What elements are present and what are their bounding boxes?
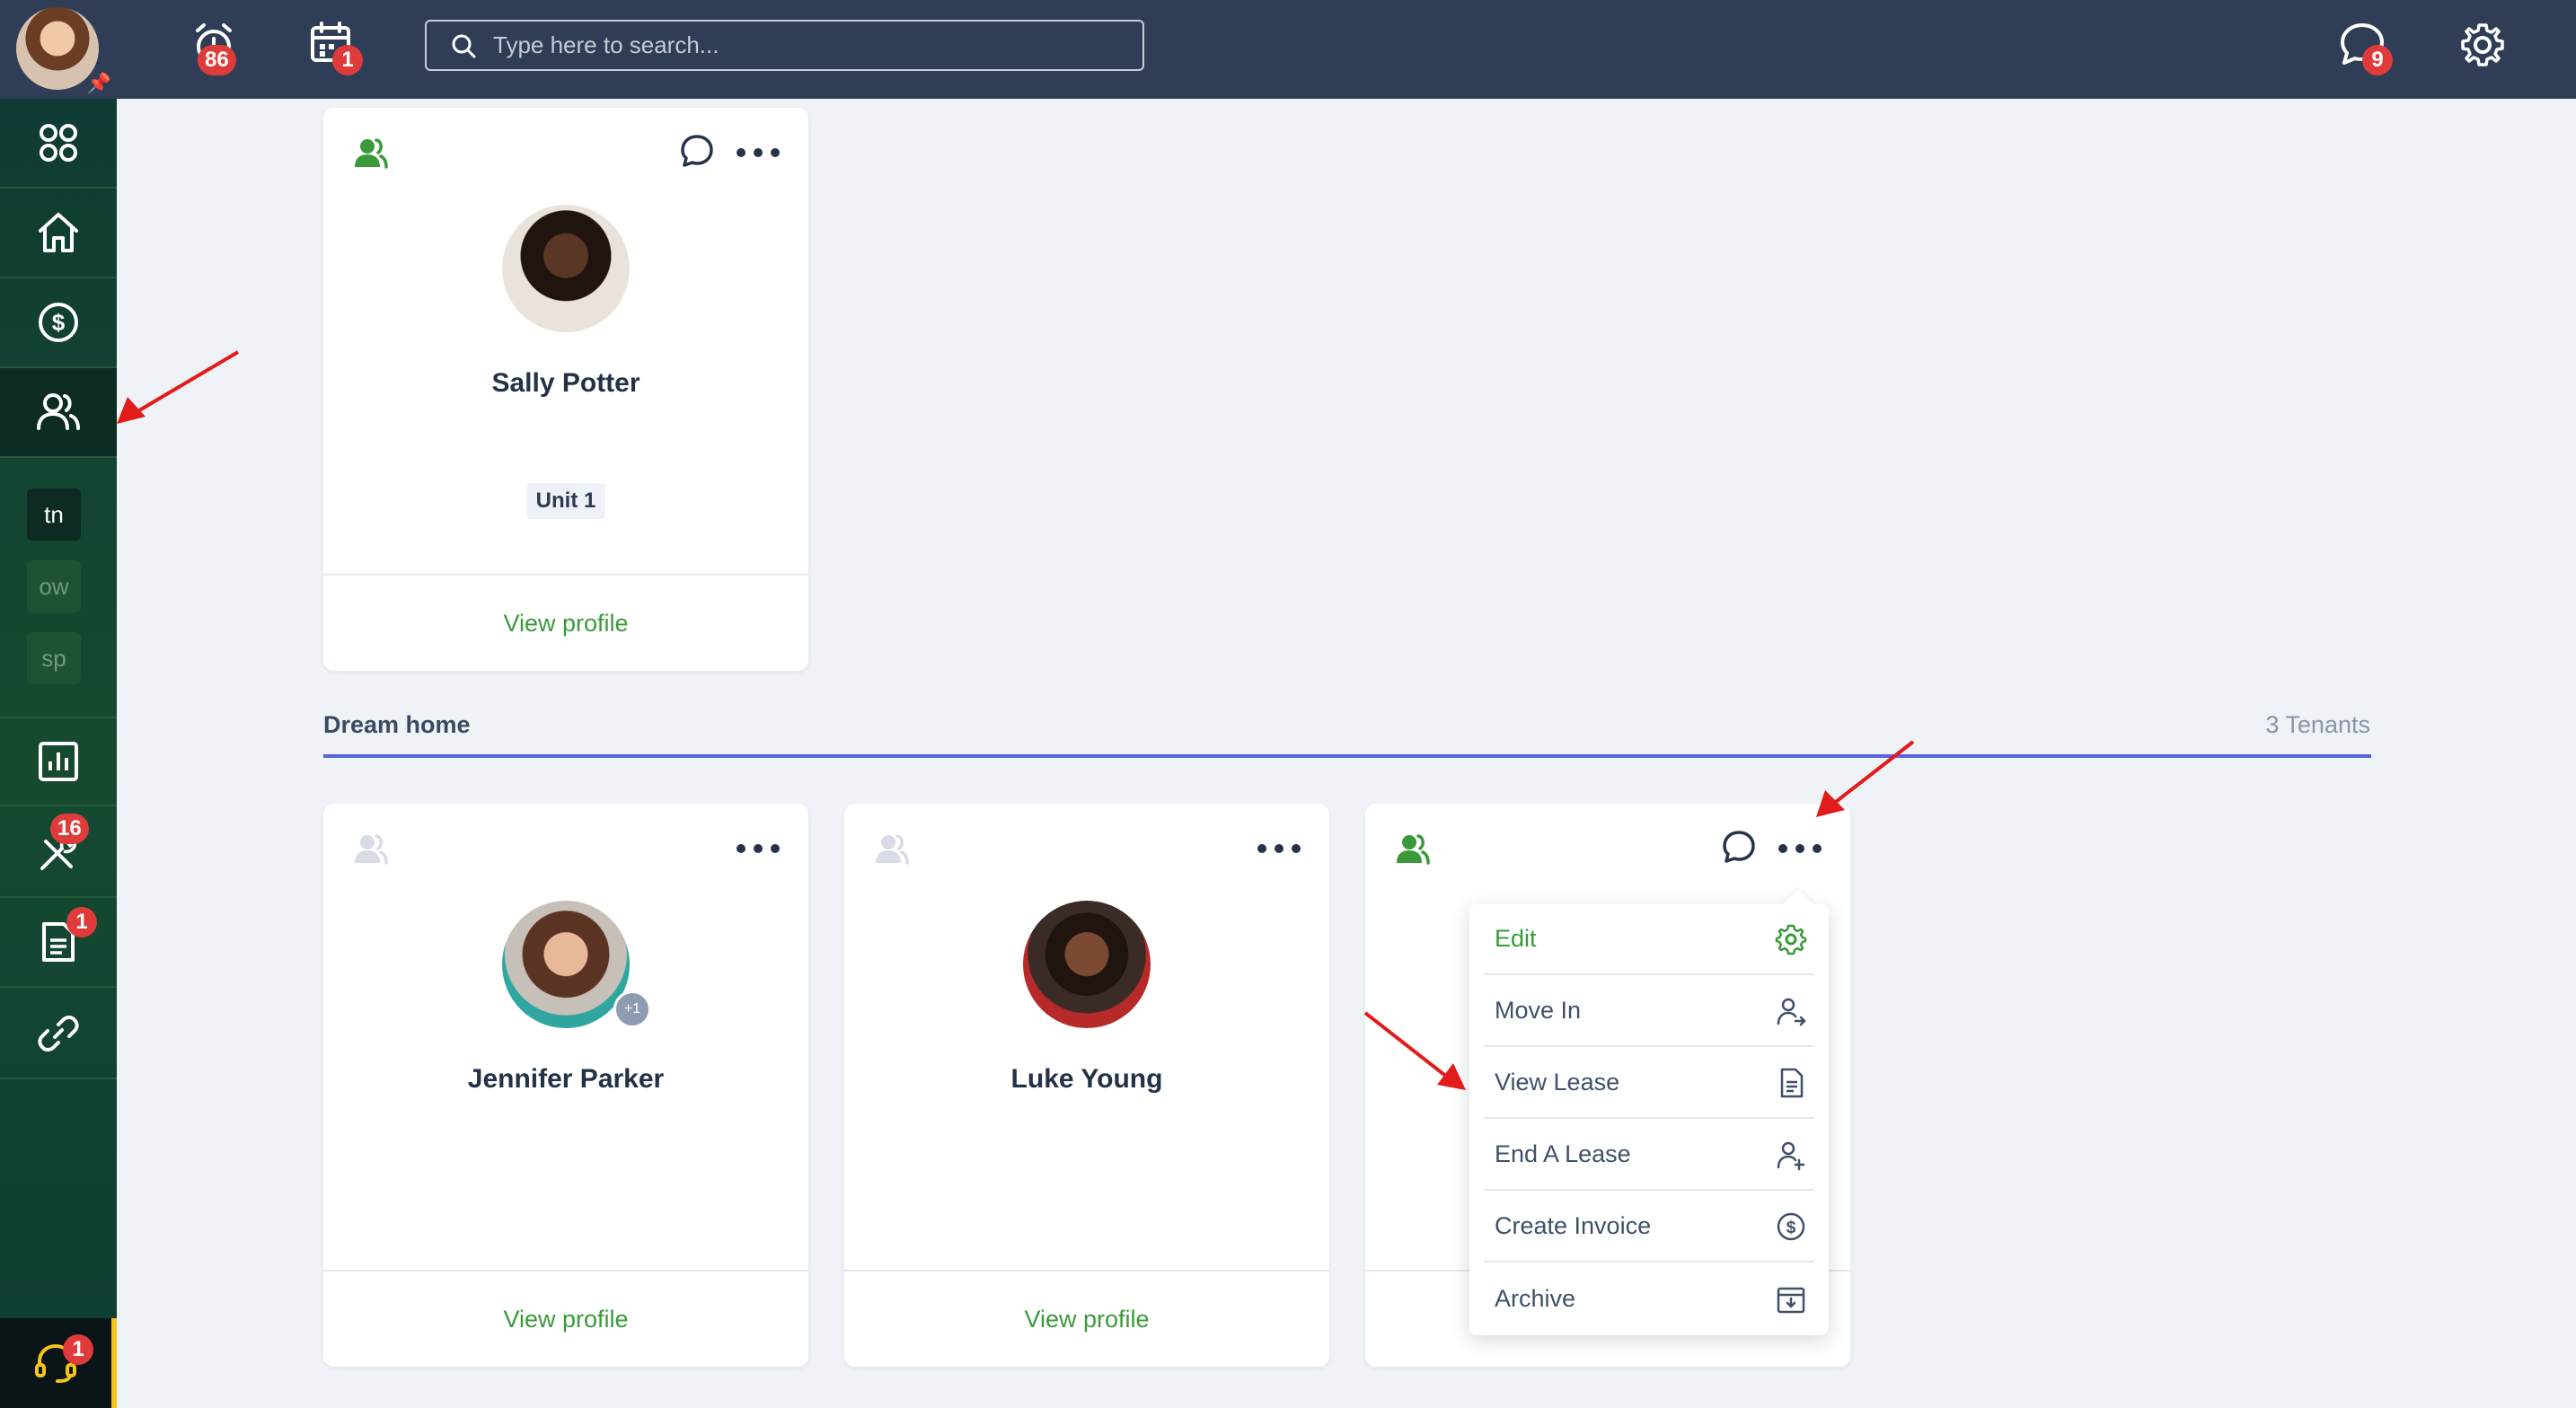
tenant-actions-menu: Edit Move In View Lease End A Lease Crea… — [1469, 889, 1829, 1335]
tenant-card: Sally Potter Unit 1 View profile — [323, 108, 808, 671]
tenant-status-icon — [355, 834, 388, 865]
more-options-button[interactable] — [1257, 831, 1301, 867]
sidebar-item-accounting[interactable]: $ — [0, 278, 117, 368]
sidebar-item-home[interactable] — [0, 189, 117, 278]
search-icon — [452, 34, 476, 57]
archive-box-icon — [1777, 1287, 1805, 1313]
menu-item-end-lease[interactable]: End A Lease — [1484, 1120, 1814, 1191]
support-button[interactable]: 1 — [0, 1318, 117, 1408]
menu-item-edit[interactable]: Edit — [1484, 904, 1814, 975]
card-footer: View profile — [844, 1270, 1329, 1367]
sidebar: $ tn ow sp 16 1 1 — [0, 99, 117, 1408]
documents-badge: 1 — [66, 907, 97, 937]
menu-item-label: Edit — [1495, 925, 1537, 952]
menu-item-label: Move In — [1495, 997, 1582, 1024]
unit-badge: Unit 1 — [526, 483, 605, 519]
calendar-badge: 1 — [332, 45, 363, 75]
tenant-photo — [502, 901, 630, 1028]
view-profile-link[interactable]: View profile — [503, 610, 628, 638]
more-options-button[interactable] — [1778, 831, 1822, 867]
tenant-status-icon — [355, 138, 388, 169]
support-badge: 1 — [63, 1334, 93, 1365]
tenant-name: Luke Young — [1010, 1064, 1163, 1094]
view-profile-link[interactable]: View profile — [1024, 1306, 1149, 1333]
sidebar-chip-tn[interactable]: tn — [27, 488, 81, 541]
card-footer: View profile — [323, 1270, 808, 1367]
svg-text:$: $ — [1786, 1219, 1796, 1237]
alarm-button[interactable]: 86 — [190, 20, 241, 75]
pin-icon: 📌 — [86, 72, 111, 94]
card-footer: View profile — [323, 574, 808, 671]
settings-button[interactable] — [2457, 20, 2508, 70]
sidebar-item-people[interactable] — [0, 368, 117, 458]
gear-icon — [2461, 23, 2504, 66]
gear-icon — [1775, 924, 1807, 955]
home-icon — [39, 213, 78, 252]
annotation-arrow — [1816, 740, 1915, 817]
section-title: Dream home — [323, 711, 471, 738]
section-divider — [323, 754, 2371, 758]
menu-item-label: View Lease — [1495, 1069, 1620, 1096]
annotation-arrow — [1363, 1011, 1466, 1090]
user-exit-icon — [1777, 1141, 1805, 1170]
chat-icon[interactable] — [1721, 829, 1757, 865]
menu-item-move-in[interactable]: Move In — [1484, 976, 1814, 1047]
user-plus-icon — [1777, 998, 1806, 1025]
menu-item-label: Archive — [1495, 1285, 1576, 1312]
tenant-name: Sally Potter — [491, 368, 640, 398]
sidebar-item-maintenance[interactable]: 16 — [0, 808, 117, 898]
tenant-card: +1 Jennifer Parker View profile — [323, 804, 808, 1367]
search-bar[interactable] — [425, 20, 1144, 71]
sidebar-chip-ow[interactable]: ow — [27, 560, 81, 612]
dollar-coin-icon: $ — [1777, 1212, 1805, 1240]
alarm-badge: 86 — [198, 45, 236, 75]
sidebar-chip-sp[interactable]: sp — [27, 632, 81, 684]
maintenance-badge: 16 — [50, 814, 89, 844]
sidebar-item-links[interactable] — [0, 990, 117, 1079]
tenant-status-icon — [876, 834, 909, 865]
sidebar-item-apps[interactable] — [0, 99, 117, 189]
link-icon — [38, 1016, 79, 1052]
menu-item-view-lease[interactable]: View Lease — [1484, 1048, 1814, 1119]
tenant-status-icon — [1397, 834, 1430, 865]
more-options-button[interactable] — [737, 831, 780, 867]
view-profile-link[interactable]: View profile — [503, 1306, 628, 1333]
svg-text:$: $ — [52, 309, 66, 336]
annotation-arrow — [117, 350, 240, 424]
menu-item-label: End A Lease — [1495, 1140, 1631, 1167]
sidebar-item-reports[interactable] — [0, 717, 117, 806]
additional-tenants-badge[interactable]: +1 — [613, 990, 651, 1028]
bar-chart-icon — [39, 742, 78, 781]
top-bar: 📌 86 1 9 — [0, 0, 2576, 99]
menu-item-archive[interactable]: Archive — [1484, 1263, 1814, 1334]
sidebar-item-documents[interactable]: 1 — [0, 898, 117, 988]
more-options-button[interactable] — [737, 135, 780, 171]
user-avatar[interactable]: 📌 — [16, 7, 111, 94]
calendar-button[interactable]: 1 — [309, 20, 363, 75]
messages-button[interactable]: 9 — [2337, 20, 2393, 75]
dollar-coin-icon: $ — [39, 303, 78, 342]
menu-item-label: Create Invoice — [1495, 1212, 1652, 1239]
people-icon — [37, 393, 80, 430]
search-input[interactable] — [493, 31, 1122, 59]
tenant-photo — [502, 205, 630, 332]
tenant-photo — [1023, 901, 1151, 1028]
messages-badge: 9 — [2362, 45, 2393, 75]
tenant-name: Jennifer Parker — [467, 1064, 665, 1094]
tenant-card: Luke Young View profile — [844, 804, 1329, 1367]
tenant-count: 3 Tenants — [2265, 711, 2370, 738]
menu-item-create-invoice[interactable]: Create Invoice $ — [1484, 1192, 1814, 1263]
apps-grid-icon — [40, 124, 77, 162]
document-icon — [1780, 1068, 1804, 1097]
chat-icon[interactable] — [679, 133, 715, 169]
